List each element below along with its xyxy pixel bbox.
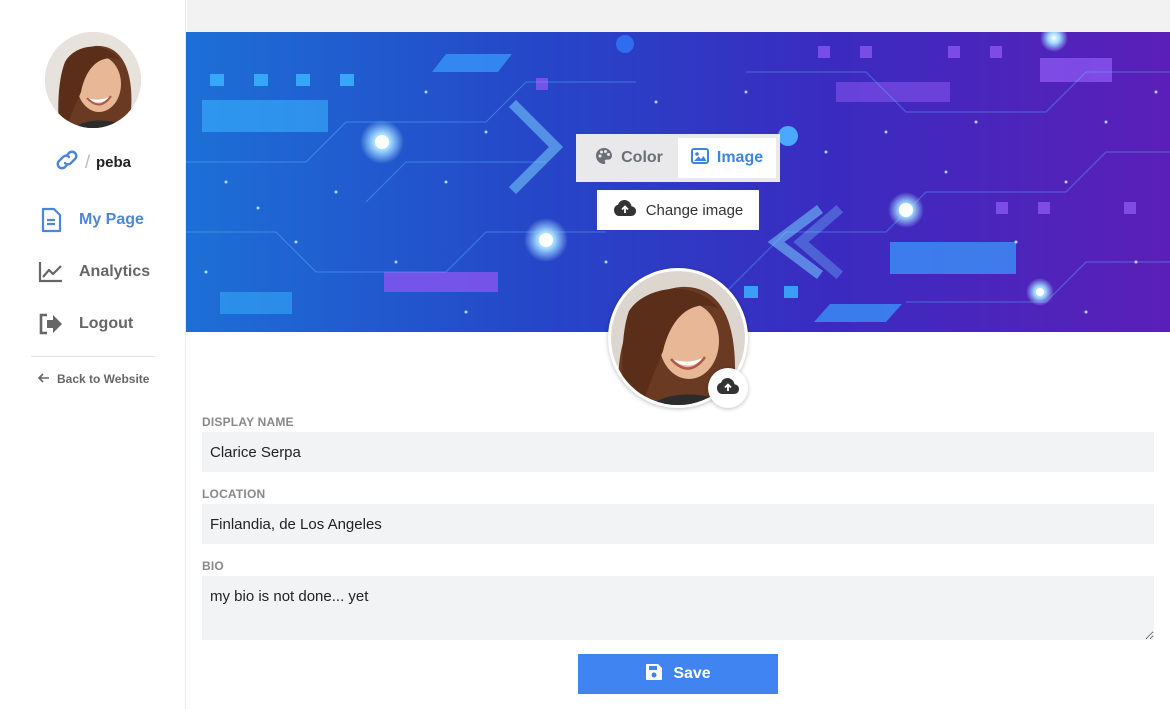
sidebar-item-label: Logout <box>79 315 134 332</box>
cover-type-toggle: Color Image <box>576 134 780 182</box>
sidebar-item-label: Analytics <box>79 263 151 280</box>
logout-icon <box>38 311 64 337</box>
tab-color[interactable]: Color <box>580 138 678 178</box>
username-text: peba <box>96 153 132 171</box>
divider <box>31 356 155 357</box>
sidebar-item-logout[interactable]: Logout <box>38 309 150 339</box>
save-label: Save <box>673 665 711 682</box>
location-label: LOCATION <box>202 487 266 501</box>
document-icon <box>38 207 64 233</box>
sidebar-item-analytics[interactable]: Analytics <box>38 257 150 287</box>
tab-color-label: Color <box>621 149 663 166</box>
bio-label: BIO <box>202 559 224 573</box>
tab-image[interactable]: Image <box>678 138 776 178</box>
sidebar-item-label: My Page <box>79 211 144 228</box>
link-icon <box>55 150 79 174</box>
back-label: Back to Website <box>57 372 150 386</box>
display-name-input[interactable] <box>202 432 1154 472</box>
top-bar <box>187 0 1170 32</box>
avatar-upload-button[interactable] <box>708 368 748 408</box>
display-name-label: DISPLAY NAME <box>202 415 294 429</box>
palette-icon <box>595 147 613 170</box>
cloud-upload-icon <box>613 199 637 221</box>
location-input[interactable] <box>202 504 1154 544</box>
tab-image-label: Image <box>716 149 764 166</box>
floppy-disk-icon <box>645 663 663 686</box>
back-to-website-link[interactable]: Back to Website <box>37 372 150 386</box>
change-image-label: Change image <box>645 201 744 219</box>
avatar[interactable] <box>45 32 141 128</box>
sidebar-item-my-page[interactable]: My Page <box>38 205 150 235</box>
separator: / <box>84 151 90 172</box>
image-icon <box>690 147 709 169</box>
change-image-button[interactable]: Change image <box>597 190 759 230</box>
arrow-left-icon <box>37 372 50 386</box>
sidebar-username: / peba <box>0 150 186 174</box>
sidebar-nav: My Page Analytics Logout <box>38 205 150 361</box>
chart-line-icon <box>38 259 64 285</box>
sidebar: / peba My Page Analytics Logout Back to … <box>0 0 186 709</box>
save-button[interactable]: Save <box>578 654 778 694</box>
bio-textarea[interactable]: my bio is not done... yet <box>202 576 1154 640</box>
cloud-upload-icon <box>716 377 740 400</box>
